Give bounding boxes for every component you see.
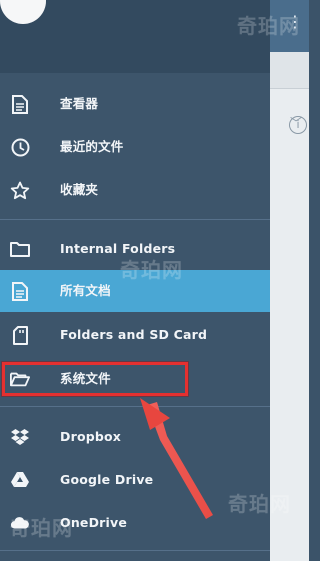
sd-card-icon <box>10 325 30 345</box>
folder-icon <box>10 239 30 259</box>
drawer-item-label: 查看器 <box>60 96 99 111</box>
drawer-item-viewer[interactable]: 查看器 <box>0 83 270 125</box>
watermark: 奇珀网 <box>10 516 73 540</box>
watermark: 奇珀网 <box>228 492 291 516</box>
document-icon <box>10 281 30 301</box>
divider <box>0 406 270 407</box>
drawer-item-label: 收藏夹 <box>60 182 99 197</box>
drawer-item-label: Folders and SD Card <box>60 327 208 342</box>
drawer-item-favorites[interactable]: 收藏夹 <box>0 169 270 211</box>
avatar[interactable] <box>0 0 46 24</box>
google-drive-icon <box>10 470 30 490</box>
star-icon <box>10 180 30 200</box>
watermark: 奇珀网 <box>237 14 300 38</box>
drawer-item-label: 所有文档 <box>60 283 111 298</box>
background-app-toolbar: ﹀ <box>270 52 309 130</box>
divider <box>0 550 270 551</box>
drawer-item-dropbox[interactable]: Dropbox <box>0 416 270 458</box>
drawer-item-recent[interactable]: 最近的文件 <box>0 126 270 168</box>
drawer-item-label: 最近的文件 <box>60 139 124 154</box>
drawer-header <box>0 0 270 73</box>
dropbox-icon <box>10 427 30 447</box>
drawer-item-sd-card[interactable]: Folders and SD Card <box>0 314 270 356</box>
info-icon[interactable]: i <box>289 116 307 134</box>
drawer-item-label: Dropbox <box>60 429 122 444</box>
background-app-panel: ⋮ ﹀ i <box>270 0 309 561</box>
watermark: 奇珀网 <box>120 258 183 282</box>
annotation-highlight-box <box>2 362 188 396</box>
document-icon <box>10 94 30 114</box>
drawer-item-label: Google Drive <box>60 472 154 487</box>
divider <box>0 219 270 220</box>
clock-icon <box>10 137 30 157</box>
